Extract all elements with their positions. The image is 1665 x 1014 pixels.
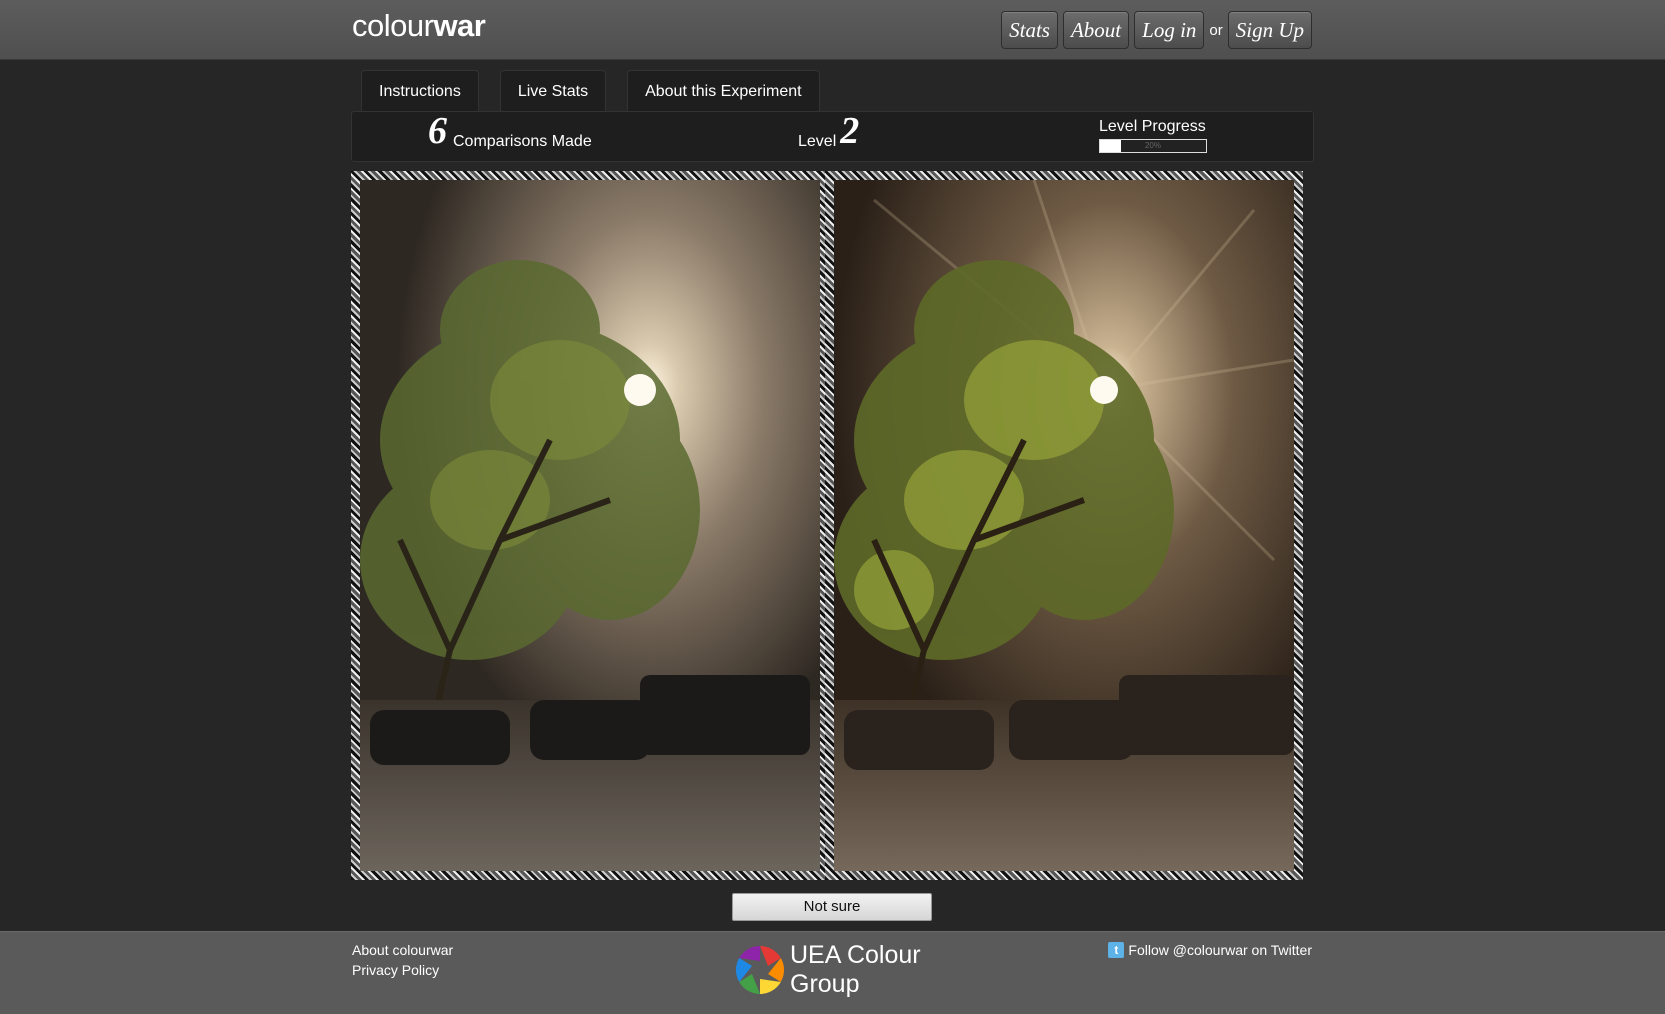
top-bar: colourwar Stats About Log in or Sign Up [0,0,1665,60]
twitter-icon: t [1108,942,1125,958]
uea-colour-group-text: UEA Colour Group [790,941,921,999]
footer: About colourwar Privacy Policy UEA Colou… [0,931,1665,1014]
twitter-follow-link[interactable]: t Follow @colourwar on Twitter [1108,942,1312,958]
level-progress-label: Level Progress [1099,118,1206,135]
level-progress-text: 20% [1144,141,1161,150]
left-photo [360,180,820,871]
uea-colour-group-logo[interactable]: UEA Colour Group [734,941,921,999]
about-colourwar-link[interactable]: About colourwar [352,942,453,958]
level-value: 2 [840,110,860,152]
comparisons-label: Comparisons Made [453,133,592,150]
uea-line-2: Group [790,970,860,998]
tab-bar: Instructions Live Stats About this Exper… [361,70,841,112]
twitter-follow-text: Follow @colourwar on Twitter [1128,942,1312,958]
or-text: or [1209,21,1223,39]
stats-bar: 6 Comparisons Made Level 2 Level Progres… [351,110,1314,162]
tab-about-experiment[interactable]: About this Experiment [627,70,820,112]
right-image-choice[interactable] [825,171,1303,880]
privacy-policy-link[interactable]: Privacy Policy [352,962,453,978]
level-label: Level [798,133,837,150]
tab-live-stats[interactable]: Live Stats [499,70,607,112]
login-button[interactable]: Log in [1134,11,1205,49]
signup-button[interactable]: Sign Up [1227,11,1312,49]
top-nav: Stats About Log in or Sign Up [996,11,1312,49]
tab-instructions[interactable]: Instructions [361,70,479,112]
comparisons-stat: 6 Comparisons Made [428,110,592,161]
not-sure-button[interactable]: Not sure [732,893,932,921]
stats-button[interactable]: Stats [1001,11,1058,49]
about-button[interactable]: About [1062,11,1130,49]
left-image-choice[interactable] [351,171,829,880]
colour-wheel-icon [735,946,785,994]
comparisons-count: 6 [428,110,447,152]
logo-text-light: colour [352,8,434,43]
right-photo [834,180,1294,871]
colourwar-logo[interactable]: colourwar [352,8,486,44]
footer-links: About colourwar Privacy Policy [352,942,453,982]
level-progress: Level Progress 20% [1099,118,1207,153]
level-stat: Level 2 [798,110,860,161]
level-progress-bar: 20% [1099,139,1207,153]
logo-text-bold: war [433,8,486,43]
uea-line-1: UEA Colour [790,941,921,969]
